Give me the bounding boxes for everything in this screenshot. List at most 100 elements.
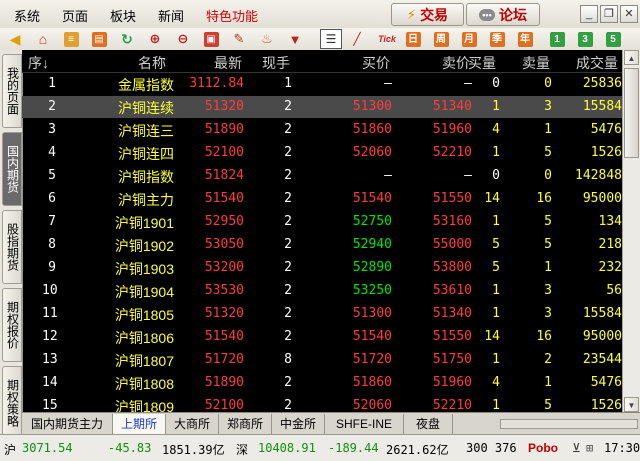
row-last-price: 51540 [204, 191, 244, 206]
table-row[interactable]: 4 沪铜连四 52100 2 52060 52210 1 5 1526 [22, 142, 622, 164]
forum-button[interactable]: ••• 论坛 [466, 3, 540, 26]
row-name: 沪铜连三 [118, 123, 174, 139]
row-bid-qty: 5 [492, 260, 500, 275]
month-button[interactable]: 月 [460, 30, 478, 48]
sidebar-tab-option-quotes[interactable]: 期权报价 [2, 288, 22, 362]
row-ask-qty: 3 [544, 306, 552, 321]
tab-scrollbar[interactable] [500, 419, 638, 429]
window-icon[interactable]: ▣ [202, 30, 220, 48]
row-volume: 2 [284, 99, 292, 114]
table-row[interactable]: 14 沪铜1808 51890 2 51860 51960 4 1 5476 [22, 372, 622, 394]
vertical-scrollbar[interactable]: ▲ ▼ [622, 50, 640, 412]
home-icon[interactable]: ⌂ [34, 30, 52, 48]
table-row[interactable]: 11 沪铜1805 51320 2 51300 51340 1 3 15584 [22, 303, 622, 325]
restore-button[interactable]: ❐ [600, 5, 618, 23]
table-row[interactable]: 1 金属指数 3112.84 1 — — 0 0 25836 [22, 73, 622, 95]
row-volume: 2 [284, 122, 292, 137]
stack-icon[interactable]: ≡ [62, 30, 80, 48]
row-name: 沪铜指数 [118, 169, 174, 185]
table-row[interactable]: 12 沪铜1806 51540 2 51540 51550 14 16 95000 [22, 326, 622, 348]
menu-special-features[interactable]: 特色功能 [206, 6, 258, 25]
sidebar-tab-option-strategy[interactable]: 期权策略 [2, 366, 22, 440]
scroll-thumb[interactable] [624, 68, 639, 158]
menu-system[interactable]: 系统 [14, 6, 40, 25]
row-ask-qty: 3 [544, 283, 552, 298]
close-button[interactable]: ✕ [620, 5, 638, 23]
tab-shfe[interactable]: 上期所 [113, 414, 166, 434]
row-volume: 8 [284, 352, 292, 367]
back-arrow-icon[interactable]: ◀ [6, 30, 24, 48]
header-ask[interactable]: 卖价 [442, 53, 470, 73]
row-last-price: 51720 [204, 352, 244, 367]
row-last-price: 51824 [204, 168, 244, 183]
quote-list-icon[interactable]: ☰ [320, 29, 342, 49]
menu-sector[interactable]: 板块 [110, 6, 136, 25]
header-no[interactable]: 序↓ [28, 53, 49, 73]
pencil-icon[interactable]: ✎ [230, 30, 248, 48]
table-row[interactable]: 15 沪铜1809 52100 2 52060 52210 1 5 1526 [22, 395, 622, 412]
sidebar-tab-index-futures[interactable]: 股指期货 [2, 210, 22, 284]
row-bid: 51540 [352, 191, 392, 206]
row-total-volume: 5476 [590, 122, 622, 137]
three-minute-button[interactable]: 3 [576, 30, 594, 48]
season-button[interactable]: 季 [488, 30, 506, 48]
menu-news[interactable]: 新闻 [158, 6, 184, 25]
row-volume: 2 [284, 237, 292, 252]
table-row[interactable]: 7 沪铜1901 52950 2 52750 53160 1 5 134 [22, 211, 622, 233]
chart-line-icon[interactable]: ╱ [348, 30, 366, 48]
row-volume: 2 [284, 398, 292, 412]
tab-dce[interactable]: 大商所 [166, 414, 219, 434]
header-bid-qty[interactable]: 买量 [468, 53, 496, 73]
table-row[interactable]: 6 沪铜主力 51540 2 51540 51550 14 16 95000 [22, 188, 622, 210]
report-icon[interactable]: ▤ [90, 30, 108, 48]
trade-button[interactable]: ⚡ 交易 [391, 3, 464, 26]
year-button[interactable]: 年 [516, 30, 534, 48]
header-volume[interactable]: 现手 [262, 53, 290, 73]
row-no: 5 [48, 168, 56, 183]
row-total-volume: 15584 [582, 306, 622, 321]
row-bid-qty: 14 [484, 191, 500, 206]
table-row[interactable]: 3 沪铜连三 51890 2 51860 51960 4 1 5476 [22, 119, 622, 141]
week-button[interactable]: 周 [432, 30, 450, 48]
header-total-volume[interactable]: 成交量 [576, 53, 618, 73]
header-bid[interactable]: 买价 [362, 53, 390, 73]
header-name[interactable]: 名称 [138, 53, 166, 73]
header-ask-qty[interactable]: 卖量 [522, 53, 550, 73]
one-minute-button[interactable]: 1 [548, 30, 566, 48]
sidebar-tab-domestic-futures[interactable]: 国内期货 [2, 132, 22, 206]
clock-time: 17:30 [604, 441, 640, 455]
table-row[interactable]: 5 沪铜指数 51824 2 — — 0 0 142848 [22, 165, 622, 187]
table-row[interactable]: 13 沪铜1807 51720 8 51720 51750 1 2 23544 [22, 349, 622, 371]
minimize-button[interactable]: _ [580, 5, 598, 23]
row-ask-qty: 3 [544, 99, 552, 114]
row-ask: — [464, 76, 472, 91]
zoom-out-icon[interactable]: ⊖ [174, 30, 192, 48]
table-row[interactable]: 2 沪铜连续 51320 2 51300 51340 1 3 15584 [22, 96, 622, 118]
table-row[interactable]: 9 沪铜1903 53200 2 52890 53800 5 1 232 [22, 257, 622, 279]
tick-button[interactable]: Tick [376, 30, 398, 48]
row-total-volume: 1526 [590, 145, 622, 160]
header-last[interactable]: 最新 [214, 53, 242, 73]
table-header: 序↓ 名称 最新 现手 买价 卖价 买量 卖量 成交量 [22, 50, 622, 73]
zoom-in-icon[interactable]: ⊕ [146, 30, 164, 48]
row-bid: 51860 [352, 122, 392, 137]
tab-shfe-ine[interactable]: SHFE-INE [325, 414, 404, 434]
tab-night[interactable]: 夜盘 [404, 414, 453, 434]
row-ask: 52210 [432, 145, 472, 160]
menu-page[interactable]: 页面 [62, 6, 88, 25]
filter-icon[interactable]: ▼ [286, 30, 304, 48]
refresh-icon[interactable]: ↻ [118, 30, 136, 48]
day-button[interactable]: 日 [404, 30, 422, 48]
scroll-down-icon[interactable]: ▼ [624, 397, 639, 412]
table-row[interactable]: 10 沪铜1904 53530 2 53250 53610 1 3 56 [22, 280, 622, 302]
scroll-up-icon[interactable]: ▲ [624, 50, 639, 65]
row-volume: 2 [284, 306, 292, 321]
sidebar-tab-my-page[interactable]: 我的页面 [2, 54, 22, 128]
lamp-icon[interactable]: ♨ [258, 30, 276, 48]
five-minute-button[interactable]: 5 [604, 30, 622, 48]
tab-czce[interactable]: 郑商所 [219, 414, 272, 434]
tab-cffex[interactable]: 中金所 [272, 414, 325, 434]
tab-domestic-main[interactable]: 国内期货主力 [22, 414, 113, 434]
row-ask-qty: 16 [536, 191, 552, 206]
table-row[interactable]: 8 沪铜1902 53050 2 52940 55000 5 5 218 [22, 234, 622, 256]
